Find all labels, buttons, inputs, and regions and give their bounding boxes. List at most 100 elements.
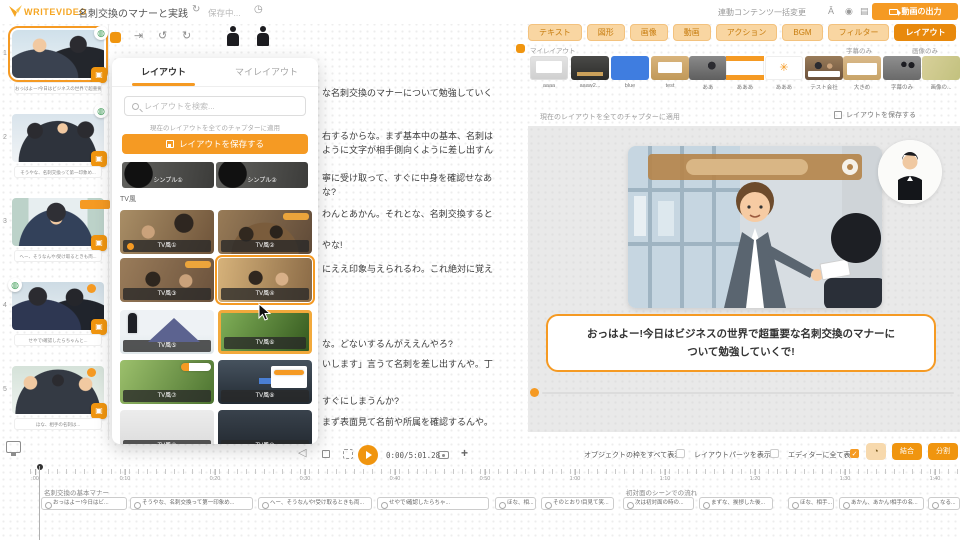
my-layout-image-only[interactable] (922, 56, 960, 80)
guide-book-icon[interactable]: ▤ (860, 6, 869, 16)
tab-filter[interactable]: フィルター (828, 24, 890, 41)
progress-dot[interactable] (530, 388, 539, 397)
scene-thumbnail-4[interactable]: ◍ ▣ (12, 282, 104, 330)
scene-thumbnail-1[interactable]: ◍ ▣ (12, 30, 104, 78)
layout-item-tv-9[interactable]: TV風⑨ (120, 410, 214, 444)
scene-layout-button[interactable]: ▣ (91, 151, 107, 167)
undo-icon[interactable]: ↺ (158, 29, 167, 42)
history-clock-icon[interactable]: ◷ (254, 5, 263, 15)
my-layout-aa[interactable] (689, 56, 727, 80)
timeline-segment-11[interactable]: なる... (928, 497, 960, 510)
layout-item-tv-4-selected[interactable]: TV風④ (218, 258, 312, 302)
timeline-segment-2[interactable]: そうやな、名刺交換って第一印象め... (130, 497, 253, 510)
apply-all-chapters-link[interactable]: 現在のレイアウトを全てのチャプターに適用 (112, 122, 318, 132)
layout-item-tv-6[interactable]: TV風⑥ (218, 310, 312, 354)
layout-item-tv-5[interactable]: TV風⑤ (120, 310, 214, 354)
presenter-avatar[interactable] (878, 140, 942, 204)
voice-icon[interactable]: ◉ (845, 6, 853, 16)
snap-icon[interactable]: ⇥ (134, 29, 143, 42)
tab-bgm[interactable]: BGM (782, 24, 822, 41)
merge-button[interactable]: 結合 (892, 443, 922, 460)
layout-item-tv-2[interactable]: TV風② (218, 210, 312, 254)
timeline-segment-4[interactable]: せやで!確認したらちゃ... (377, 497, 489, 510)
bulk-content-label[interactable]: 連動コンテンツ一括変更 (718, 7, 806, 18)
redo-icon[interactable]: ↻ (182, 29, 191, 42)
chapter-title-2[interactable]: 初対面のシーンでの流れ (626, 487, 697, 497)
split-button[interactable]: 分割 (928, 443, 958, 460)
layout-item-tv-10[interactable]: TV風⑩ (218, 410, 312, 444)
translate-icon[interactable]: Â (828, 6, 834, 16)
save-layout-button[interactable]: レイアウトを保存する (122, 134, 308, 154)
playhead-handle[interactable] (37, 464, 43, 470)
subtitle-bubble[interactable]: おっはよー!今日はビジネスの世界で超重要な名刺交換のマナーについて勉強していくで… (546, 314, 936, 372)
layout-item-tv-3[interactable]: TV風③ (120, 258, 214, 302)
layout-anchor-icon[interactable] (110, 32, 121, 43)
timeline-segment-3[interactable]: へー、そうなんや!受け取るときも両... (258, 497, 372, 510)
my-layout-large[interactable] (843, 56, 881, 80)
my-layout-aaa-bars[interactable] (726, 56, 764, 80)
my-layout-test-company[interactable] (805, 56, 843, 80)
timeline-segment-8[interactable]: まずな、挨拶した後... (699, 497, 773, 510)
panel-anchor-icon[interactable] (516, 44, 525, 53)
tab-action[interactable]: アクション (716, 24, 778, 41)
globe-badge-icon[interactable]: ◍ (94, 26, 108, 40)
layout-search-input[interactable] (144, 102, 294, 111)
layout-item-simple-1[interactable]: シンプル① (122, 162, 214, 188)
volume-icon[interactable]: ◁ (298, 448, 306, 458)
save-layout-link[interactable]: レイアウトを保存する (834, 110, 916, 120)
chapter-title-1[interactable]: 名刺交換の基本マナー (44, 487, 109, 497)
scene-layout-button[interactable]: ▣ (91, 403, 107, 419)
scene-main-image[interactable] (628, 146, 882, 308)
stop-icon[interactable] (322, 450, 330, 458)
play-button[interactable] (358, 445, 378, 465)
scene-thumbnail-2[interactable]: ◍ ▣ (12, 114, 104, 162)
my-layout-test[interactable] (651, 56, 689, 80)
popup-tab-mylayout[interactable]: マイレイアウト (215, 58, 318, 86)
layout-item-tv-1[interactable]: TV風① (120, 210, 214, 254)
project-title[interactable]: 名刺交換のマナーと実践 (78, 5, 188, 20)
timeline-ruler[interactable] (30, 469, 958, 474)
character-1-icon[interactable] (226, 26, 240, 46)
move-tool-icon[interactable]: + (461, 446, 468, 460)
record-camera-icon[interactable] (438, 451, 449, 459)
toggle-editor-all-checkbox[interactable]: ✓ (850, 449, 859, 458)
timeline-segment-9[interactable]: ほな、相手... (788, 497, 834, 510)
toggle-object-frames-checkbox[interactable] (676, 449, 685, 458)
timeline-segment-7[interactable]: 次は初対面の時の... (623, 497, 694, 510)
my-layout-subtitle-only[interactable] (883, 56, 921, 80)
loop-icon[interactable] (343, 449, 353, 459)
tab-text[interactable]: テキスト (528, 24, 582, 41)
monitor-icon[interactable] (6, 441, 21, 453)
progress-line[interactable] (542, 392, 954, 394)
popup-tab-layout[interactable]: レイアウト (112, 58, 215, 86)
globe-badge-icon[interactable]: ◍ (8, 278, 22, 292)
my-layout-blue[interactable] (611, 56, 649, 80)
my-layout-aaaw2[interactable] (571, 56, 609, 80)
scene-layout-button[interactable]: ▣ (91, 319, 107, 335)
apply-all-chapters-link[interactable]: 現在のレイアウトを全てのチャプターに適用 (540, 112, 680, 122)
tab-video[interactable]: 動画 (673, 24, 711, 41)
scene-thumbnail-5[interactable]: ▣ (12, 366, 104, 414)
character-2-icon[interactable] (256, 26, 270, 46)
my-layout-aaa-sparkle[interactable]: ✳ (765, 56, 803, 80)
timeline-segment-1[interactable]: おっはよー!今日はビ... (41, 497, 127, 510)
timeline-segment-6[interactable]: そのとおり!目見て笑... (541, 497, 614, 510)
export-video-button[interactable]: 動画の出力 (872, 3, 958, 20)
toggle-layout-parts-checkbox[interactable] (770, 449, 779, 458)
timeline-segment-10[interactable]: あかん、あかん!相手の名... (839, 497, 924, 510)
tab-layout-active[interactable]: レイアウト (894, 24, 956, 41)
scene-layout-button[interactable]: ▣ (91, 235, 107, 251)
layout-item-tv-7[interactable]: TV風⑦ (120, 360, 214, 404)
preview-icon-button[interactable]: ◔ (866, 443, 886, 460)
tab-shape[interactable]: 図形 (587, 24, 625, 41)
tab-image[interactable]: 画像 (630, 24, 668, 41)
refresh-icon[interactable]: ↻ (192, 5, 200, 15)
layout-item-simple-2[interactable]: シンプル② (216, 162, 308, 188)
scene-layout-button[interactable]: ▣ (91, 67, 107, 83)
layout-search-box[interactable] (124, 96, 306, 116)
my-layout-aaaa[interactable] (530, 56, 568, 80)
layout-item-tv-8[interactable]: TV風⑧ (218, 360, 312, 404)
timeline-segment-5[interactable]: ほな、相... (495, 497, 536, 510)
globe-badge-icon[interactable]: ◍ (94, 104, 108, 118)
scene-thumbnail-3[interactable]: ▣ (12, 198, 104, 246)
